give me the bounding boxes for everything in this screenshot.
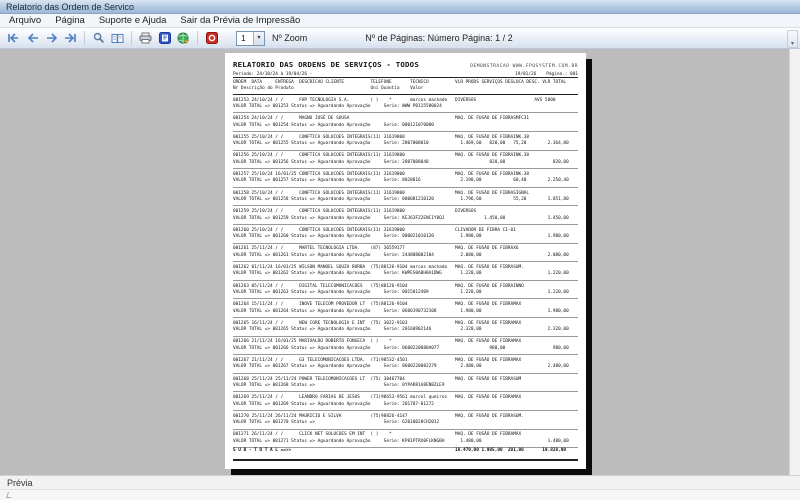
- report-demo-watermark: DEMONSTRACAO WWW.FPQSYSTEM.COM.BR: [470, 64, 578, 69]
- report-row: 001255 25/10/24 / / CONFTICA SOLUCOES IN…: [233, 132, 578, 151]
- toolbar-separator: [84, 31, 85, 45]
- status-bar: Prévia: [0, 475, 800, 489]
- window-title: Relatorio das Ordem de Servico: [6, 1, 135, 12]
- title-bar: Relatorio das Ordem de Servico: [0, 0, 800, 14]
- menu-bar: Arquivo Página Suporte e Ajuda Sair da Prév…: [0, 14, 800, 28]
- toolbar-separator: [131, 31, 132, 45]
- two-pages-button[interactable]: [109, 30, 126, 46]
- report-row: 001271 26/11/24 / / CLICK NET SOLUCOES E…: [233, 430, 578, 449]
- app-window: Relatorio das Ordem de Servico Arquivo Pá…: [0, 0, 800, 500]
- nav-first-button[interactable]: [5, 30, 22, 46]
- status-text: Prévia: [7, 477, 33, 488]
- close-preview-icon: [205, 32, 218, 44]
- report-subtotal: S U B - T O T A L ==>> 18.470,00 1.985,0…: [233, 448, 578, 461]
- magnifier-icon: [93, 32, 105, 44]
- nav-next-button[interactable]: [43, 30, 60, 46]
- nav-first-icon: [7, 33, 20, 43]
- resize-grip: [6, 492, 13, 498]
- open-book-icon: [111, 33, 124, 44]
- zoom-select-value: 1: [241, 33, 246, 43]
- print-button[interactable]: [137, 30, 154, 46]
- report-row: 001253 24/10/24 / / FHP TECNOLOGIA S.A. …: [233, 95, 578, 114]
- toolbar-overflow-button[interactable]: ▾: [787, 30, 798, 48]
- report-rows: 001253 24/10/24 / / FHP TECNOLOGIA S.A. …: [233, 95, 578, 449]
- vertical-scrollbar[interactable]: [789, 49, 800, 475]
- printer-icon: [139, 32, 152, 44]
- zoom-label: Nº Zoom: [272, 33, 308, 43]
- menu-item[interactable]: Arquivo: [2, 14, 48, 27]
- print-setup-icon: [158, 32, 171, 44]
- report-period: Período: 24/10/24 à 19/04/26 -: [233, 72, 313, 77]
- report-page: RELATORIO DAS ORDENS DE SERVIÇOS - TODOS…: [225, 53, 586, 469]
- report-row: 001268 25/11/24 25/11/24 POWER TELECOMUN…: [233, 374, 578, 393]
- report-page-number: Página.: 001: [546, 72, 578, 77]
- print-setup-button[interactable]: [156, 30, 173, 46]
- nav-last-button[interactable]: [62, 30, 79, 46]
- nav-next-icon: [46, 33, 58, 43]
- preview-area: RELATORIO DAS ORDENS DE SERVIÇOS - TODOS…: [0, 49, 800, 475]
- menu-item[interactable]: Sair da Prévia de Impressão: [173, 14, 307, 27]
- toolbar: 1 ▼ Nº Zoom Nº de Páginas: Número Página…: [0, 28, 800, 49]
- report-row: 001267 21/11/24 / / G3 TELECOMUNICACOES …: [233, 355, 578, 374]
- report-row: 001263 05/11/24 / / DIGITAL TELECOMUNICA…: [233, 281, 578, 300]
- nav-prev-button[interactable]: [24, 30, 41, 46]
- report-row: 001262 01/11/24 16/01/25 WILSON MANOEL S…: [233, 262, 578, 281]
- report-date: 19/01/26: [515, 72, 537, 77]
- toolbar-separator: [197, 31, 198, 45]
- nav-last-icon: [64, 33, 77, 43]
- report-row: 001256 25/10/24 / / CONFTICA SOLUCOES IN…: [233, 151, 578, 170]
- report-row: 001266 21/11/24 16/01/25 MARIVALDO ROBER…: [233, 337, 578, 356]
- menu-item[interactable]: Página: [48, 14, 92, 27]
- report-row: 001264 15/11/24 / / INOVE TELECOM PROVED…: [233, 299, 578, 318]
- report-column-headers: ORDEM DATA ENTREGA DESCRICAO CLIENTE TEL…: [233, 77, 578, 95]
- report-title: RELATORIO DAS ORDENS DE SERVIÇOS - TODOS: [233, 60, 419, 69]
- report-row: 001265 16/11/24 / / NEW CORE TECNOLOGIA …: [233, 318, 578, 337]
- report-row: 001260 25/10/24 / / CONFTICA SOLUCOES IN…: [233, 225, 578, 244]
- nav-prev-icon: [27, 33, 39, 43]
- chevron-down-icon: ▼: [253, 31, 264, 45]
- menu-item[interactable]: Suporte e Ajuda: [92, 14, 174, 27]
- bottom-strip: [0, 489, 800, 500]
- export-web-button[interactable]: [175, 30, 192, 46]
- report-row: 001259 25/10/24 / / CONFTICA SOLUCOES IN…: [233, 206, 578, 225]
- report-row: 001270 25/11/24 26/11/24 MAURICIO E SILV…: [233, 411, 578, 430]
- report-row: 001269 25/11/24 / / LEANDRO FARIAS DE JE…: [233, 392, 578, 411]
- close-preview-button[interactable]: [203, 30, 220, 46]
- zoom-select[interactable]: 1 ▼: [236, 30, 265, 46]
- report-row: 001257 25/10/24 16/01/25 CONFTICA SOLUCO…: [233, 169, 578, 188]
- report-row: 001261 25/11/24 / / MARTEL TECNOLOGIA LT…: [233, 244, 578, 263]
- pages-label: Nº de Páginas: Número Página: 1 / 2: [365, 33, 513, 43]
- zoom-button[interactable]: [90, 30, 107, 46]
- report-row: 001258 25/10/24 / / CONFTICA SOLUCOES IN…: [233, 188, 578, 207]
- report-row: 001254 24/10/24 / / MAGNO JOSÉ DE SOUSA …: [233, 113, 578, 132]
- globe-icon: [177, 32, 190, 44]
